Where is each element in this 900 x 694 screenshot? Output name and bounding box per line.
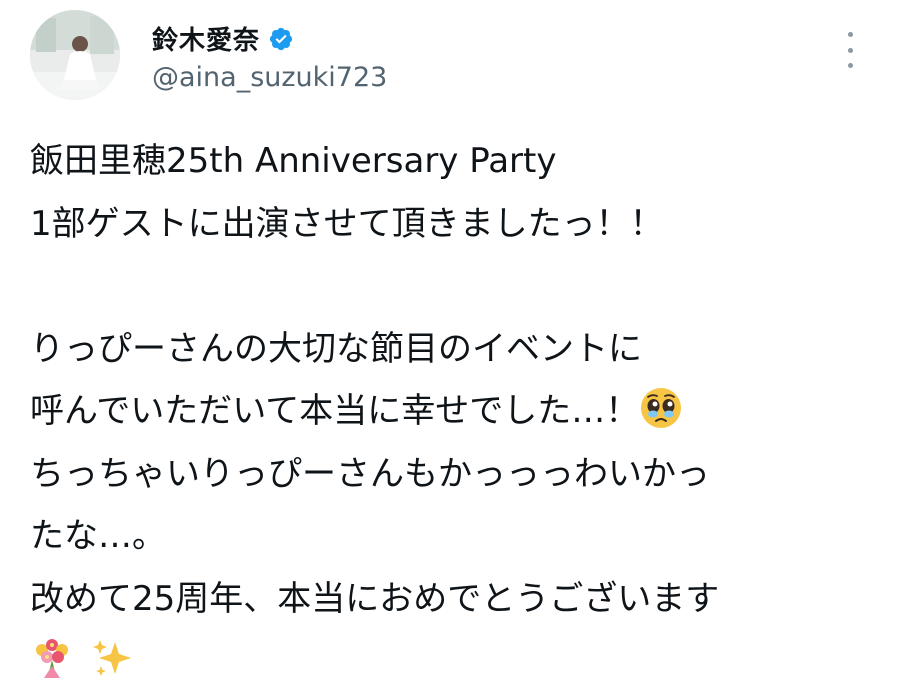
post-line: 飯田里穂25th Anniversary Party <box>30 141 557 181</box>
author-handle[interactable]: @aina_suzuki723 <box>152 62 387 93</box>
post-line: たな…。 <box>30 516 166 556</box>
author-display-name[interactable]: 鈴木愛奈 <box>152 20 260 57</box>
avatar[interactable] <box>30 10 120 100</box>
post-line: ちっちゃいりっぴーさんもかっっっわいかっ <box>30 453 710 494</box>
post-line <box>30 630 880 693</box>
post-line: 1部ゲストに出演させて頂きましたっ！！ <box>30 203 664 244</box>
more-options-icon[interactable] <box>842 32 858 68</box>
post-line: 呼んでいただいて本当に幸せでした…！ <box>30 380 880 443</box>
pleading-face-emoji <box>641 387 682 428</box>
verified-badge-icon <box>269 27 293 50</box>
post-text: 飯田里穂25th Anniversary Party 1部ゲストに出演させて頂き… <box>30 130 880 693</box>
post-line: りっぴーさんの大切な節目のイベントに <box>30 328 642 369</box>
bouquet-emoji <box>36 638 68 678</box>
sparkles-emoji <box>92 639 131 676</box>
post-line-text: 呼んでいただいて本当に幸せでした…！ <box>30 391 640 431</box>
post-line: 改めて25周年、本当におめでとうございます <box>30 578 720 619</box>
post-line-blank <box>30 255 880 318</box>
